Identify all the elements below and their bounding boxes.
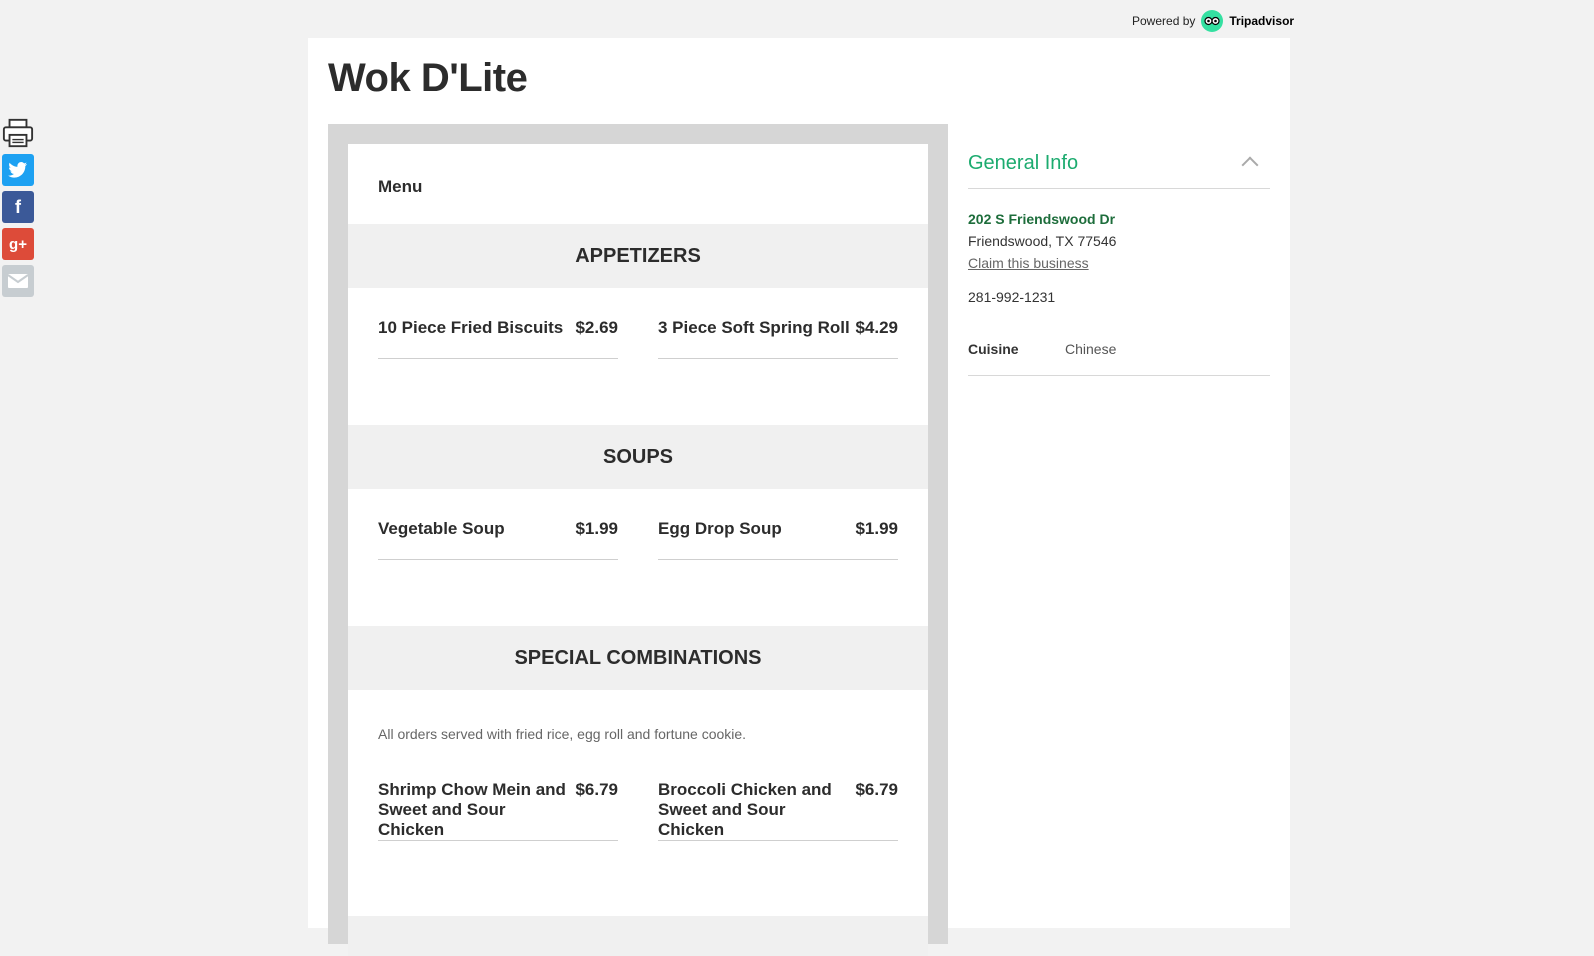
menu-item: 3 Piece Soft Spring Roll $4.29	[658, 318, 898, 359]
menu-item-name: Egg Drop Soup	[658, 519, 782, 538]
menu-item-price: $2.69	[575, 318, 618, 337]
printer-icon[interactable]	[2, 117, 34, 149]
menu-item-name: 10 Piece Fried Biscuits	[378, 318, 564, 337]
section-note: All orders served with fried rice, egg r…	[378, 726, 747, 742]
menu-card: Menu APPETIZERS 10 Piece Fried Biscuits …	[348, 144, 928, 956]
twitter-icon[interactable]	[2, 154, 34, 186]
general-info-header[interactable]: General Info	[968, 134, 1270, 189]
menu-item-name: Vegetable Soup	[378, 519, 505, 538]
menu-item: Broccoli Chicken and Sweet and Sour Chic…	[658, 780, 898, 841]
claim-business-link[interactable]: Claim this business	[968, 255, 1089, 271]
chevron-up-icon[interactable]	[1241, 156, 1259, 174]
powered-by-label: Powered by	[1132, 14, 1196, 28]
menu-item: Vegetable Soup $1.99	[378, 519, 618, 560]
section-header-special-combinations: SPECIAL COMBINATIONS	[348, 626, 928, 690]
menu-item-name: 3 Piece Soft Spring Roll	[658, 318, 850, 337]
menu-item-price: $1.99	[855, 519, 898, 538]
google-plus-icon[interactable]: g+	[2, 228, 34, 260]
main-page: Wok D'Lite Menu APPETIZERS 10 Piece Frie…	[308, 38, 1290, 956]
menu-item-name: Shrimp Chow Mein and Sweet and Sour Chic…	[378, 780, 566, 839]
restaurant-name: Wok D'Lite	[328, 56, 528, 100]
cuisine-label: Cuisine	[968, 341, 1019, 357]
menu-item: Shrimp Chow Mein and Sweet and Sour Chic…	[378, 780, 618, 841]
menu-item-price: $1.99	[575, 519, 618, 538]
menu-item-price: $6.79	[855, 780, 898, 799]
menu-item-price: $6.79	[575, 780, 618, 799]
general-info-title: General Info	[968, 151, 1079, 174]
facebook-icon[interactable]: f	[2, 191, 34, 223]
menu-item-name: Broccoli Chicken and Sweet and Sour Chic…	[658, 780, 832, 839]
email-icon[interactable]	[2, 265, 34, 297]
cuisine-row: Cuisine Chinese	[968, 341, 1270, 376]
address-line1[interactable]: 202 S Friendswood Dr	[968, 211, 1270, 227]
menu-item: 10 Piece Fried Biscuits $2.69	[378, 318, 618, 359]
tripadvisor-owl-icon	[1201, 10, 1224, 32]
general-info-panel: General Info 202 S Friendswood Dr Friend…	[968, 134, 1270, 376]
section-header-appetizers: APPETIZERS	[348, 224, 928, 288]
menu-label: Menu	[378, 177, 423, 196]
menu-item-price: $4.29	[855, 318, 898, 337]
cuisine-value: Chinese	[1065, 341, 1117, 357]
address-line2: Friendswood, TX 77546	[968, 233, 1117, 249]
menu-item: Egg Drop Soup $1.99	[658, 519, 898, 560]
powered-by-tripadvisor[interactable]: Powered by Tripadvisor	[1132, 10, 1294, 32]
menu-frame: Menu APPETIZERS 10 Piece Fried Biscuits …	[328, 124, 948, 956]
phone-number: 281-992-1231	[968, 289, 1056, 305]
share-toolbar: f g+	[2, 117, 36, 302]
tripadvisor-brand: Tripadvisor	[1229, 14, 1295, 28]
section-header-next	[348, 916, 928, 956]
section-header-soups: SOUPS	[348, 425, 928, 489]
